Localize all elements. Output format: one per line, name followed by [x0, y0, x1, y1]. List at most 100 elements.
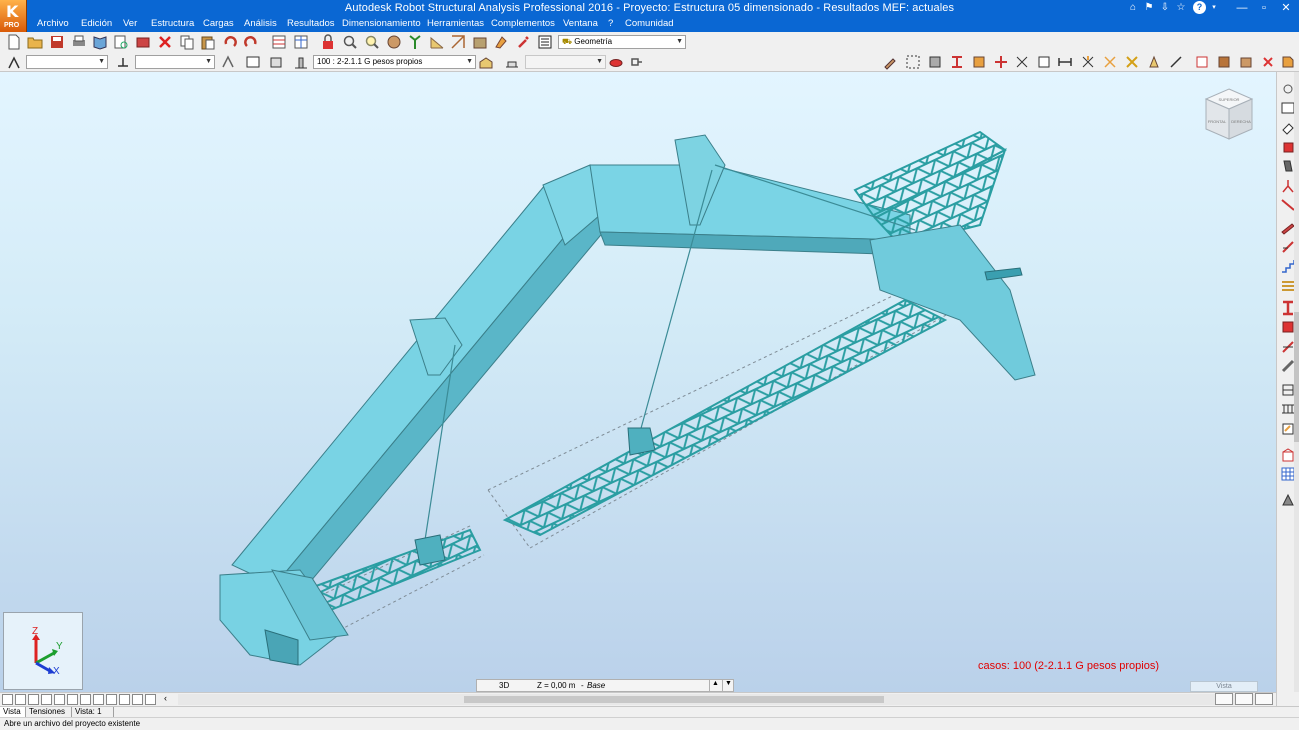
plane-up-button[interactable]: ▲: [709, 680, 721, 691]
supports-icon[interactable]: [1036, 54, 1052, 70]
undo-icon[interactable]: [222, 34, 238, 50]
display-loads-icon[interactable]: [54, 694, 65, 705]
display-sections-icon[interactable]: [67, 694, 78, 705]
display-bars-icon[interactable]: [15, 694, 26, 705]
save-icon[interactable]: [49, 34, 65, 50]
horizontal-scroll-thumb[interactable]: [464, 696, 884, 703]
preview-icon[interactable]: [135, 34, 151, 50]
menu-resultados[interactable]: Resultados: [287, 18, 335, 29]
view-cube[interactable]: SUPERIOR FRONTAL DERECHA: [1200, 85, 1258, 143]
minimize-button[interactable]: —: [1231, 0, 1253, 17]
menu-edicion[interactable]: Edición: [81, 18, 112, 29]
shortcut-b-icon[interactable]: [1235, 693, 1253, 705]
tables-icon[interactable]: [271, 34, 287, 50]
zoom-window-icon[interactable]: [342, 34, 358, 50]
load-case-icon[interactable]: [450, 34, 466, 50]
layout-combo[interactable]: ⛟ Geometría ▼: [558, 35, 686, 49]
mode-selector-icon[interactable]: [504, 54, 520, 70]
display-labels-icon[interactable]: [106, 694, 117, 705]
menu-help[interactable]: ?: [608, 18, 613, 29]
shortcut-a-icon[interactable]: [1215, 693, 1233, 705]
redo-icon[interactable]: [243, 34, 259, 50]
cross-bracing-icon[interactable]: [1080, 54, 1096, 70]
right-scrollbar[interactable]: [1294, 72, 1299, 692]
load-case-edit-icon[interactable]: [478, 54, 494, 70]
mode-combo[interactable]: ▼: [525, 55, 606, 69]
load-case-combo[interactable]: 100 : 2-2.1.1 G pesos propios ▼: [313, 55, 476, 69]
display-nodes-icon[interactable]: [2, 694, 13, 705]
materials-icon[interactable]: [971, 54, 987, 70]
cables-icon[interactable]: [1102, 54, 1118, 70]
plane-down-button[interactable]: ▼: [722, 680, 734, 691]
lock-icon[interactable]: [320, 34, 336, 50]
offsets-icon[interactable]: [1014, 54, 1030, 70]
object-selection-icon[interactable]: [268, 54, 284, 70]
cut-icon[interactable]: [1260, 54, 1276, 70]
component-icon[interactable]: [1238, 54, 1254, 70]
structure-viewport[interactable]: SUPERIOR FRONTAL DERECHA casos: 100 (2-2…: [0, 72, 1276, 692]
display-offsets-icon[interactable]: [93, 694, 104, 705]
display-params-icon[interactable]: [629, 54, 645, 70]
help-dropdown-icon[interactable]: ▾: [1207, 1, 1221, 14]
pan-icon[interactable]: [386, 34, 402, 50]
node-icon[interactable]: [905, 54, 921, 70]
menu-comunidad[interactable]: Comunidad: [625, 18, 674, 29]
menu-archivo[interactable]: Archivo: [37, 18, 69, 29]
menu-complementos[interactable]: Complementos: [491, 18, 555, 29]
sections-icon[interactable]: [949, 54, 965, 70]
frame-icon[interactable]: [1194, 54, 1210, 70]
community-icon[interactable]: ⚑: [1142, 1, 1156, 14]
haunches-icon[interactable]: [1124, 54, 1140, 70]
node-selection-icon[interactable]: [6, 54, 22, 70]
structure-model-icon[interactable]: [407, 34, 423, 50]
display-axes-icon[interactable]: [132, 694, 143, 705]
new-file-icon[interactable]: [6, 34, 22, 50]
menu-dimensionamiento[interactable]: Dimensionamiento: [342, 18, 421, 29]
results-tables-icon[interactable]: [293, 34, 309, 50]
panel-selection-icon[interactable]: [245, 54, 261, 70]
menu-analisis[interactable]: Análisis: [244, 18, 277, 29]
menu-ventana[interactable]: Ventana: [563, 18, 598, 29]
menu-cargas[interactable]: Cargas: [203, 18, 234, 29]
shortcut-c-icon[interactable]: [1255, 693, 1273, 705]
scroll-left-icon[interactable]: ‹: [164, 693, 167, 703]
right-scroll-thumb[interactable]: [1294, 312, 1299, 442]
bars-icon[interactable]: [927, 54, 943, 70]
open-folder-icon[interactable]: [27, 34, 43, 50]
display-shapes-icon[interactable]: [145, 694, 156, 705]
layout-selector-icon[interactable]: [537, 34, 553, 50]
elastic-ground-icon[interactable]: [1146, 54, 1162, 70]
bar-selection-combo[interactable]: ▼: [135, 55, 215, 69]
bar-selection-icon[interactable]: [115, 54, 131, 70]
copy-icon[interactable]: [179, 34, 195, 50]
download-icon[interactable]: ⇩: [1158, 1, 1172, 14]
releases-icon[interactable]: [993, 54, 1009, 70]
export-icon[interactable]: [1280, 54, 1296, 70]
dimension-icon[interactable]: [1057, 54, 1073, 70]
screen-capture-icon[interactable]: [113, 34, 129, 50]
tools-wrench-icon[interactable]: [515, 34, 531, 50]
structure-3d-model[interactable]: [0, 72, 1276, 692]
display-grid-icon[interactable]: [119, 694, 130, 705]
display-releases-icon[interactable]: [80, 694, 91, 705]
zoom-in-icon[interactable]: [364, 34, 380, 50]
rigid-links-icon[interactable]: [1168, 54, 1184, 70]
help-icon[interactable]: ?: [1193, 1, 1206, 14]
print-icon[interactable]: [71, 34, 87, 50]
load-definition-icon[interactable]: [429, 34, 445, 50]
pencil-icon[interactable]: [882, 54, 898, 70]
timber-icon[interactable]: [1216, 54, 1232, 70]
combinations-icon[interactable]: [493, 34, 509, 50]
print-composition-icon[interactable]: [92, 34, 108, 50]
favorite-star-icon[interactable]: ☆: [1174, 1, 1188, 14]
menu-herramientas[interactable]: Herramientas: [427, 18, 484, 29]
menu-ver[interactable]: Ver: [123, 18, 137, 29]
delete-icon[interactable]: [157, 34, 173, 50]
animation-icon[interactable]: [608, 54, 624, 70]
close-button[interactable]: ✕: [1275, 0, 1297, 17]
menu-estructura[interactable]: Estructura: [151, 18, 194, 29]
horizontal-scrollbar[interactable]: [178, 694, 1268, 705]
maximize-button[interactable]: ▫: [1253, 0, 1275, 17]
load-case-selector-icon[interactable]: [293, 54, 309, 70]
selection-filter-icon[interactable]: [220, 54, 236, 70]
